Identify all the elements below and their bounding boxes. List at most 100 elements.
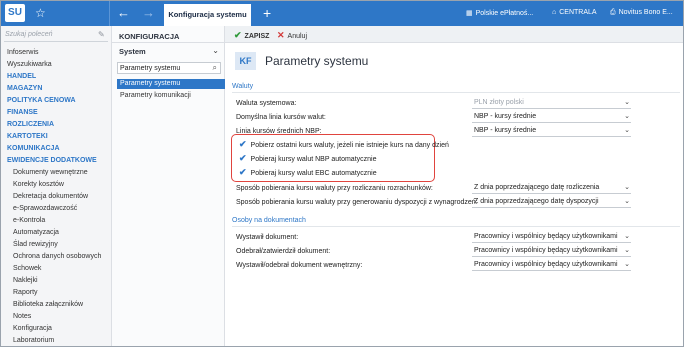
cancel-button[interactable]: ✕ Anuluj [277, 30, 307, 41]
sidebar-item-kartoteki[interactable]: KARTOTEKI [7, 132, 48, 141]
close-icon: ✕ [277, 30, 285, 40]
nbp-avg-line-select[interactable]: NBP - kursy średnie ⌄ [472, 126, 631, 137]
forward-arrow-icon[interactable]: → [142, 5, 155, 21]
add-tab-button[interactable]: + [263, 4, 271, 22]
back-arrow-icon[interactable]: ← [117, 5, 130, 21]
chevron-down-icon: ⌄ [212, 46, 219, 55]
search-icon[interactable]: ⌕ [213, 63, 217, 73]
sidebar-item-handel[interactable]: HANDEL [7, 72, 36, 81]
app-logo[interactable]: SU [5, 4, 25, 22]
issued-by-value: Pracownicy i wspólnicy będący użytkownik… [474, 233, 618, 240]
company-switch[interactable]: ▦ Polskie ePłatnoś... [466, 9, 533, 17]
default-rate-line-value: NBP - kursy średnie [474, 113, 537, 120]
config-group-value: System [119, 47, 146, 56]
sidebar-item-naklejki[interactable]: Naklejki [13, 276, 38, 285]
settlement-rate-select[interactable]: Z dnia poprzedzającego datę rozliczenia … [472, 183, 631, 194]
sidebar-item-infoserwis[interactable]: Infoserwis [7, 48, 39, 57]
sidebar-item-finanse[interactable]: FINANSE [7, 108, 38, 117]
divider [232, 226, 680, 227]
sidebar: Szukaj poleceń ✎ Infoserwis Wyszukiwarka… [1, 26, 112, 346]
config-group-select[interactable]: System ⌄ [117, 46, 221, 58]
printer-switch[interactable]: ⎙ Novitus Bono E... [610, 9, 673, 17]
house-icon: ⌂ [552, 9, 557, 16]
checkmark-icon: ✔ [239, 167, 247, 177]
checkbox-ebc-auto[interactable]: ✔ Pobieraj kursy walut EBC automatycznie [239, 167, 377, 178]
checkmark-icon: ✔ [239, 139, 247, 149]
sidebar-item-automatyzacja[interactable]: Automatyzacja [13, 228, 59, 237]
sidebar-item-e-kontrola[interactable]: e-Kontrola [13, 216, 45, 225]
sidebar-item-konfiguracja[interactable]: Konfiguracja [13, 324, 52, 333]
checkbox-last-rate[interactable]: ✔ Pobierz ostatni kurs waluty, jeżeli nie… [239, 139, 449, 150]
config-item-parametry-systemu[interactable]: Parametry systemu [117, 79, 225, 89]
checkbox-last-rate-label: Pobierz ostatni kurs waluty, jeżeli nie … [250, 142, 449, 149]
divider [109, 1, 110, 26]
pin-icon[interactable]: ✎ [98, 30, 105, 39]
chevron-down-icon: ⌄ [624, 184, 630, 191]
chevron-down-icon: ⌄ [624, 198, 630, 205]
printer-label: Novitus Bono E... [618, 9, 673, 16]
settlement-rate-value: Z dnia poprzedzającego datę rozliczenia [474, 184, 600, 191]
disposition-rate-select[interactable]: Z dnia poprzedzającego datę dyspozycji ⌄ [472, 197, 631, 208]
sidebar-item-e-sprawozdawczosc[interactable]: e-Sprawozdawczość [13, 204, 77, 213]
sidebar-item-komunikacja[interactable]: KOMUNIKACJA [7, 144, 60, 153]
sidebar-item-dokumenty-wewnetrzne[interactable]: Dokumenty wewnętrzne [13, 168, 88, 177]
sidebar-item-korekty-kosztow[interactable]: Korekty kosztów [13, 180, 64, 189]
sidebar-item-biblioteka[interactable]: Biblioteka załączników [13, 300, 83, 309]
save-button[interactable]: ✔ ZAPISZ [234, 30, 269, 41]
top-bar: SU ☆ ← → Konfiguracja systemu + ▦ Polskie… [1, 1, 683, 26]
received-by-select[interactable]: Pracownicy i wspólnicy będący użytkownik… [472, 246, 631, 257]
checkbox-nbp-auto-label: Pobieraj kursy walut NBP automatycznie [250, 156, 377, 163]
sidebar-item-dekretacja[interactable]: Dekretacja dokumentów [13, 192, 88, 201]
star-icon[interactable]: ☆ [35, 5, 46, 21]
branch-switch[interactable]: ⌂ CENTRALA [552, 9, 597, 16]
config-search-value: Parametry systemu [120, 64, 181, 72]
scrollbar[interactable] [678, 26, 683, 346]
system-currency-value: PLN złoty polski [474, 99, 524, 106]
sidebar-item-ewidencje-dodatkowe[interactable]: EWIDENCJE DODATKOWE [7, 156, 97, 165]
nbp-avg-line-value: NBP - kursy średnie [474, 127, 537, 134]
sidebar-item-ochrona-danych[interactable]: Ochrona danych osobowych [13, 252, 101, 261]
issued-by-select[interactable]: Pracownicy i wspólnicy będący użytkownik… [472, 232, 631, 243]
save-button-label: ZAPISZ [244, 33, 270, 40]
issued-by-label: Wystawił dokument: [236, 234, 299, 241]
default-rate-line-label: Domyślna linia kursów walut: [236, 114, 326, 121]
internal-doc-select[interactable]: Pracownicy i wspólnicy będący użytkownik… [472, 260, 631, 271]
chevron-down-icon: ⌄ [624, 113, 630, 120]
branch-label: CENTRALA [559, 9, 597, 16]
sidebar-item-rozliczenia[interactable]: ROZLICZENIA [7, 120, 54, 129]
tab-konfiguracja-systemu[interactable]: Konfiguracja systemu [164, 4, 251, 26]
sidebar-item-raporty[interactable]: Raporty [13, 288, 38, 297]
checkbox-nbp-auto[interactable]: ✔ Pobieraj kursy walut NBP automatycznie [239, 153, 376, 164]
app-logo-text: SU [8, 7, 22, 18]
chevron-down-icon: ⌄ [624, 233, 630, 240]
config-item-parametry-komunikacji[interactable]: Parametry komunikacji [120, 91, 191, 101]
divider [232, 92, 680, 93]
section-waluty-title: Waluty [232, 83, 254, 90]
config-panel-title: KONFIGURACJA [119, 32, 180, 41]
settlement-rate-label: Sposób pobierania kursu waluty przy rozl… [236, 185, 433, 192]
command-search-input[interactable]: Szukaj poleceń [5, 31, 95, 38]
divider [112, 42, 225, 43]
sidebar-item-laboratorium[interactable]: Laboratorium [13, 336, 54, 345]
sidebar-item-polityka-cenowa[interactable]: POLITYKA CENOWA [7, 96, 76, 105]
sidebar-item-wyszukiwarka[interactable]: Wyszukiwarka [7, 60, 52, 69]
received-by-value: Pracownicy i wspólnicy będący użytkownik… [474, 247, 618, 254]
main-content: ✔ ZAPISZ ✕ Anuluj KF Parametry systemu Wal… [225, 26, 683, 346]
disposition-rate-label: Sposób pobierania kursu waluty przy gene… [236, 199, 478, 206]
chevron-down-icon: ⌄ [624, 247, 630, 254]
chevron-down-icon: ⌄ [624, 99, 630, 106]
checkmark-icon: ✔ [239, 153, 247, 163]
internal-doc-value: Pracownicy i wspólnicy będący użytkownik… [474, 261, 618, 268]
chevron-down-icon: ⌄ [624, 261, 630, 268]
company-label: Polskie ePłatnoś... [475, 10, 534, 17]
divider [4, 41, 108, 42]
sidebar-item-notes[interactable]: Notes [13, 312, 31, 321]
checkbox-ebc-auto-label: Pobieraj kursy walut EBC automatycznie [250, 170, 377, 177]
sidebar-item-schowek[interactable]: Schowek [13, 264, 41, 273]
sidebar-item-slad-rewizyjny[interactable]: Ślad rewizyjny [13, 240, 58, 249]
sidebar-item-magazyn[interactable]: MAGAZYN [7, 84, 42, 93]
default-rate-line-select[interactable]: NBP - kursy średnie ⌄ [472, 112, 631, 123]
checkmark-icon: ✔ [234, 30, 242, 40]
config-search-input[interactable]: Parametry systemu ⌕ [117, 62, 221, 74]
building-icon: ▦ [466, 10, 473, 17]
